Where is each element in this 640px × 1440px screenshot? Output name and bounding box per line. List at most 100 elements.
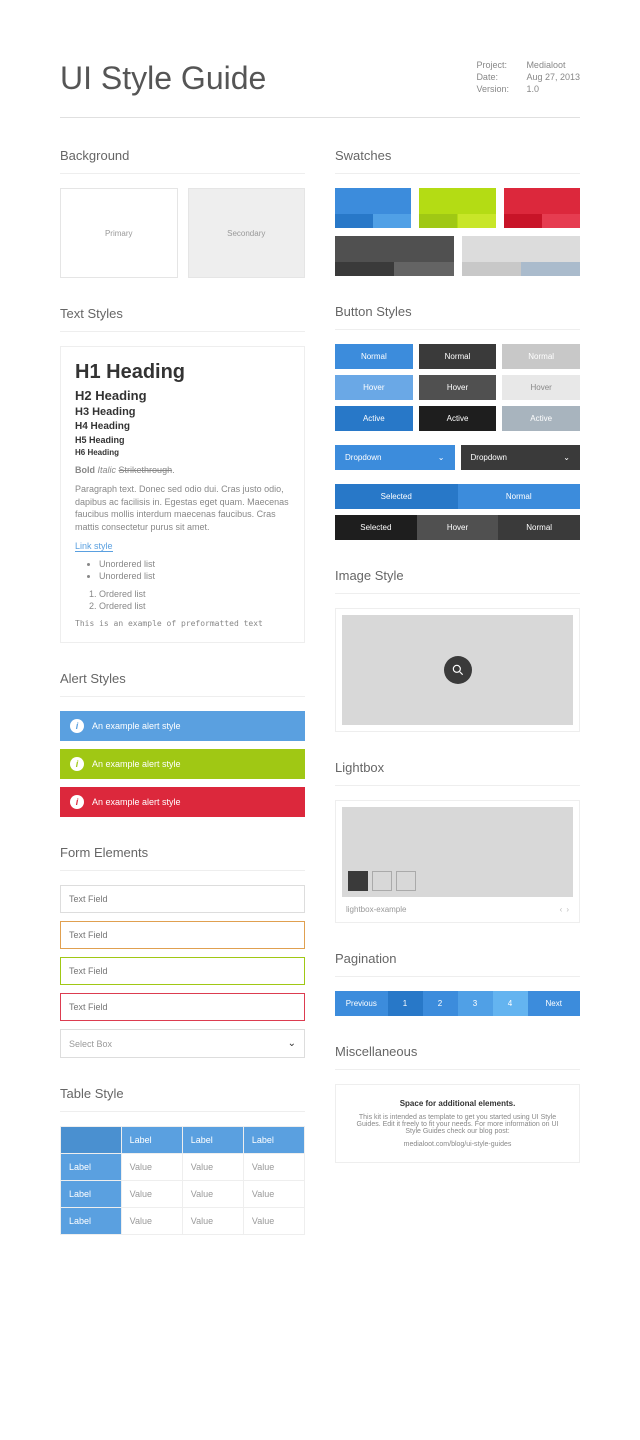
meta-date-value: Aug 27, 2013 [526, 72, 580, 82]
table-cell: Value [182, 1154, 243, 1181]
meta-block: Project:Medialoot Date:Aug 27, 2013 Vers… [476, 60, 580, 96]
meta-date-label: Date: [476, 72, 526, 82]
button-sample[interactable]: Hover [502, 375, 580, 400]
dropdown-blue[interactable]: Dropdown⌄ [335, 445, 455, 470]
segment-item[interactable]: Selected [335, 515, 417, 540]
info-icon: i [70, 795, 84, 809]
magnify-button[interactable] [444, 656, 472, 684]
meta-project-label: Project: [476, 60, 526, 70]
color-swatch [504, 188, 580, 228]
table-header: Label [121, 1127, 182, 1154]
image-placeholder [342, 615, 573, 725]
table-cell: Value [121, 1154, 182, 1181]
table-cell: Value [121, 1208, 182, 1235]
color-swatch [335, 188, 411, 228]
h6-sample: H6 Heading [75, 448, 290, 457]
h5-sample: H5 Heading [75, 435, 290, 445]
table-cell: Value [121, 1181, 182, 1208]
ol-item: Ordered list [99, 601, 290, 611]
section-button-styles: Button Styles [335, 304, 580, 319]
link-sample[interactable]: Link style [75, 541, 113, 552]
table-row: LabelValueValueValue [61, 1181, 305, 1208]
button-sample[interactable]: Active [502, 406, 580, 431]
section-image-style: Image Style [335, 568, 580, 583]
page-title: UI Style Guide [60, 60, 266, 97]
pagination-page[interactable]: 4 [493, 991, 528, 1016]
alert-info: iAn example alert style [60, 711, 305, 741]
text-field-success[interactable] [60, 957, 305, 985]
table-header: Label [182, 1127, 243, 1154]
table-row: LabelValueValueValue [61, 1208, 305, 1235]
bold-sample: Bold [75, 465, 95, 475]
row-label: Label [61, 1181, 122, 1208]
table-cell: Value [182, 1208, 243, 1235]
alert-error: iAn example alert style [60, 787, 305, 817]
pagination-prev[interactable]: Previous [335, 991, 388, 1016]
row-label: Label [61, 1208, 122, 1235]
section-form-elements: Form Elements [60, 845, 305, 860]
section-background: Background [60, 148, 305, 163]
meta-version-label: Version: [476, 84, 526, 94]
segment-item[interactable]: Normal [458, 484, 581, 509]
alert-success: i An example alert style [60, 749, 305, 779]
table-cell: Value [243, 1181, 304, 1208]
row-label: Label [61, 1154, 122, 1181]
pagination-page[interactable]: 1 [388, 991, 423, 1016]
search-icon [451, 663, 465, 677]
text-field-warning[interactable] [60, 921, 305, 949]
table-cell: Value [243, 1208, 304, 1235]
segment-item[interactable]: Hover [417, 515, 499, 540]
ul-item: Unordered list [99, 559, 290, 569]
misc-body: This kit is intended as template to get … [350, 1114, 565, 1135]
text-field-default[interactable] [60, 885, 305, 913]
button-sample[interactable]: Hover [335, 375, 413, 400]
info-icon: i [70, 757, 84, 771]
button-sample[interactable]: Hover [419, 375, 497, 400]
text-card: H1 Heading H2 Heading H3 Heading H4 Head… [60, 346, 305, 643]
pagination-page[interactable]: 2 [423, 991, 458, 1016]
pagination-page[interactable]: 3 [458, 991, 493, 1016]
chevron-right-icon[interactable]: › [566, 905, 569, 914]
button-sample[interactable]: Normal [502, 344, 580, 369]
section-alert-styles: Alert Styles [60, 671, 305, 686]
table-header: Label [243, 1127, 304, 1154]
info-icon: i [70, 719, 84, 733]
color-swatch [462, 236, 581, 276]
lightbox-caption: lightbox-example [346, 905, 406, 914]
alert-text: An example alert style [92, 759, 181, 769]
h4-sample: H4 Heading [75, 421, 290, 432]
section-pagination: Pagination [335, 951, 580, 966]
chevron-down-icon: ⌄ [563, 453, 570, 462]
h3-sample: H3 Heading [75, 406, 290, 418]
chevron-left-icon[interactable]: ‹ [560, 905, 563, 914]
table-cell: Value [182, 1181, 243, 1208]
pagination-next[interactable]: Next [528, 991, 581, 1016]
paragraph-sample: Paragraph text. Donec sed odio dui. Cras… [75, 483, 290, 533]
text-field-error[interactable] [60, 993, 305, 1021]
image-frame [335, 608, 580, 732]
meta-project-value: Medialoot [526, 60, 565, 70]
dropdown-label: Dropdown [345, 453, 381, 462]
bg-primary-swatch: Primary [60, 188, 178, 278]
button-sample[interactable]: Normal [335, 344, 413, 369]
table-cell: Value [243, 1154, 304, 1181]
lightbox-image [342, 807, 573, 897]
misc-box: Space for additional elements. This kit … [335, 1084, 580, 1163]
button-sample[interactable]: Active [419, 406, 497, 431]
lightbox-thumb[interactable] [396, 871, 416, 891]
button-sample[interactable]: Active [335, 406, 413, 431]
lightbox-thumb[interactable] [348, 871, 368, 891]
section-table-style: Table Style [60, 1086, 305, 1101]
select-box[interactable]: Select Box⌄ [60, 1029, 305, 1058]
table-row: LabelValueValueValue [61, 1154, 305, 1181]
dropdown-dark[interactable]: Dropdown⌄ [461, 445, 581, 470]
table-corner [61, 1127, 122, 1154]
segment-item[interactable]: Normal [498, 515, 580, 540]
misc-url: medialoot.com/blog/ui-style-guides [350, 1141, 565, 1148]
segment-item[interactable]: Selected [335, 484, 458, 509]
bg-secondary-swatch: Secondary [188, 188, 306, 278]
strike-sample: Strikethrough [119, 465, 173, 475]
button-sample[interactable]: Normal [419, 344, 497, 369]
sample-table: Label Label Label LabelValueValueValue L… [60, 1126, 305, 1235]
lightbox-thumb[interactable] [372, 871, 392, 891]
